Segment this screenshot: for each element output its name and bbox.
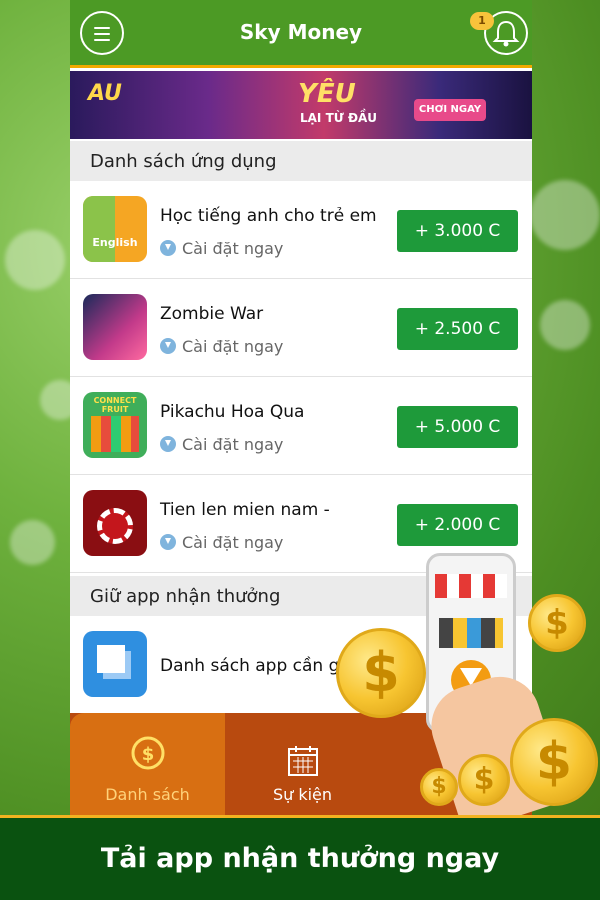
download-icon <box>160 436 176 452</box>
download-icon <box>160 338 176 354</box>
keep-item-name: Danh sách app cần giữ <box>160 656 355 676</box>
app-icon: English <box>83 196 147 262</box>
app-name: Pikachu Hoa Qua <box>160 402 305 422</box>
download-icon <box>160 534 176 550</box>
tab-list-label: Danh sách <box>105 785 190 804</box>
app-name: Tien len mien nam - <box>160 500 330 520</box>
notification-badge: 1 <box>470 12 494 30</box>
tab-events-label: Sự kiện <box>272 785 333 804</box>
banner-headline: YÊU <box>298 79 356 109</box>
svg-text:$: $ <box>142 744 155 765</box>
install-link[interactable]: Cài đặt ngay <box>160 337 283 356</box>
list-item[interactable]: CONNECT FRUIT Pikachu Hoa Qua Cài đặt ng… <box>70 377 532 475</box>
coin-icon: $ <box>458 754 510 806</box>
reward-button[interactable]: + 3.000 C <box>397 210 518 252</box>
install-link[interactable]: Cài đặt ngay <box>160 239 283 258</box>
list-item[interactable]: English Học tiếng anh cho trẻ em Cài đặt… <box>70 181 532 279</box>
tab-events[interactable]: Sự kiện <box>225 713 380 815</box>
top-bar: Sky Money 1 <box>70 0 532 68</box>
apps-section-title: Danh sách ứng dụng <box>70 141 532 181</box>
app-icon <box>83 490 147 556</box>
list-item[interactable]: Zombie War Cài đặt ngay + 2.500 C <box>70 279 532 377</box>
coin-icon: $ <box>336 628 426 718</box>
app-icon <box>83 294 147 360</box>
promo-footer: Tải app nhận thưởng ngay <box>0 815 600 900</box>
reward-button[interactable]: + 2.500 C <box>397 308 518 350</box>
coin-icon: $ <box>131 736 165 770</box>
promo-banner[interactable]: AU YÊU LẠI TỪ ĐẦU CHƠI NGAY <box>70 71 532 139</box>
banner-logo: AU <box>88 81 122 106</box>
install-link[interactable]: Cài đặt ngay <box>160 435 283 454</box>
banner-cta[interactable]: CHƠI NGAY <box>414 99 486 121</box>
coin-icon: $ <box>420 768 458 806</box>
coin-icon: $ <box>528 594 586 652</box>
app-name: Học tiếng anh cho trẻ em <box>160 206 377 226</box>
banner-subline: LẠI TỪ ĐẦU <box>300 111 378 125</box>
reward-button[interactable]: + 5.000 C <box>397 406 518 448</box>
footer-text: Tải app nhận thưởng ngay <box>100 843 500 874</box>
app-icon <box>83 631 147 697</box>
download-icon <box>160 240 176 256</box>
install-link[interactable]: Cài đặt ngay <box>160 533 283 552</box>
coin-icon: $ <box>510 718 598 806</box>
tab-list[interactable]: $ Danh sách <box>70 713 225 815</box>
app-icon: CONNECT FRUIT <box>83 392 147 458</box>
app-title: Sky Money <box>239 20 363 44</box>
app-name: Zombie War <box>160 304 264 324</box>
calendar-icon <box>288 746 318 776</box>
reward-button[interactable]: + 2.000 C <box>397 504 518 546</box>
